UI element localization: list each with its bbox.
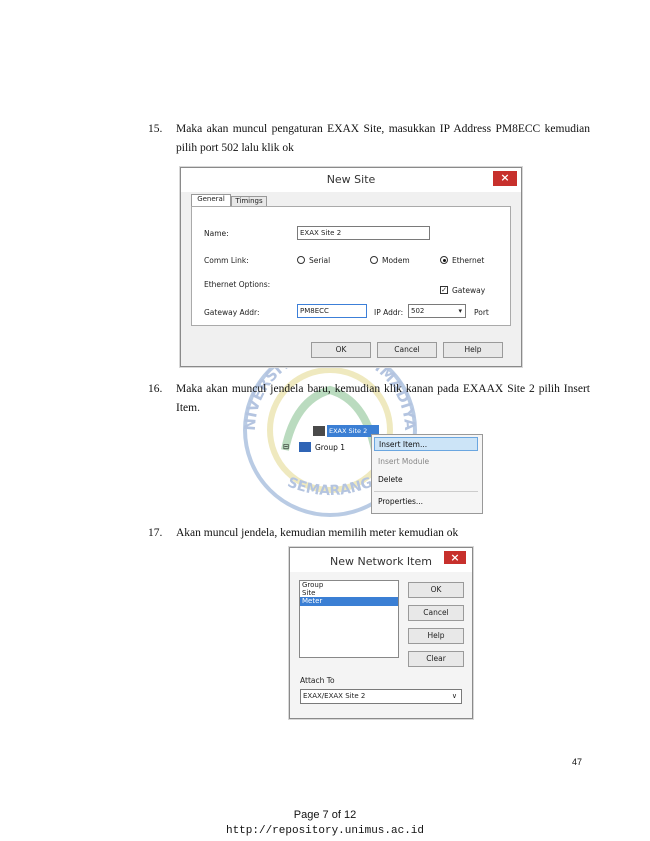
list-item[interactable]: Site xyxy=(300,589,398,597)
chevron-down-icon: ▾ xyxy=(458,307,462,315)
name-field[interactable]: EXAX Site 2 xyxy=(297,226,430,240)
menu-item-properties[interactable]: Properties... xyxy=(378,497,423,506)
new-network-item-dialog: New Network Item × Group Site Meter OK C… xyxy=(289,547,473,719)
item-number: 17. xyxy=(148,527,163,539)
item-type-list[interactable]: Group Site Meter xyxy=(299,580,399,658)
dialog-title: New Site xyxy=(326,173,376,186)
radio-serial-label: Serial xyxy=(309,256,331,265)
menu-item-insert-module[interactable]: Insert Module xyxy=(378,457,429,466)
expand-icon[interactable]: ⊟ xyxy=(283,442,289,451)
ethernet-options-label: Ethernet Options: xyxy=(204,280,271,289)
menu-item-delete[interactable]: Delete xyxy=(378,475,403,484)
menu-item-insert-item[interactable]: Insert Item... xyxy=(374,437,478,451)
title-bar: New Network Item × xyxy=(290,548,472,572)
page-number: 47 xyxy=(572,757,583,767)
gateway-addr-label: Gateway Addr: xyxy=(204,308,260,317)
attach-to-value: EXAX/EXAX Site 2 xyxy=(303,692,366,700)
menu-separator xyxy=(374,491,478,492)
attach-to-select[interactable]: EXAX/EXAX Site 2 ∨ xyxy=(300,689,462,704)
radio-modem[interactable] xyxy=(370,256,378,264)
list-item-selected[interactable]: Meter xyxy=(300,597,398,606)
help-button[interactable]: Help xyxy=(443,342,503,358)
item-text: Akan muncul jendela, kemudian memilih me… xyxy=(176,527,459,539)
gateway-checkbox[interactable]: ✓ xyxy=(440,286,448,294)
item-number: 15. xyxy=(148,123,163,135)
clear-button[interactable]: Clear xyxy=(408,651,464,667)
list-item[interactable]: Group xyxy=(300,581,398,589)
ip-addr-select[interactable]: 502 ▾ xyxy=(408,304,466,318)
new-site-dialog: New Site × General Timings Name: EXAX Si… xyxy=(180,167,522,367)
radio-serial[interactable] xyxy=(297,256,305,264)
attach-to-label: Attach To xyxy=(300,676,335,685)
help-button[interactable]: Help xyxy=(408,628,464,644)
ok-button[interactable]: OK xyxy=(311,342,371,358)
cancel-button[interactable]: Cancel xyxy=(377,342,437,358)
gateway-checkbox-label: Gateway xyxy=(452,286,486,295)
close-button[interactable]: × xyxy=(444,551,466,564)
context-menu: Insert Item... Insert Module Delete Prop… xyxy=(371,434,483,514)
item-text: Maka akan muncul pengaturan EXAX Site, m… xyxy=(176,123,590,154)
chevron-down-icon: ∨ xyxy=(451,692,457,700)
cancel-button[interactable]: Cancel xyxy=(408,605,464,621)
tree-context-screenshot: EXAX Site 2 ⊟ Group 1 Insert Item... Ins… xyxy=(283,420,483,515)
radio-ethernet-label: Ethernet xyxy=(452,256,485,265)
close-button[interactable]: × xyxy=(493,171,517,186)
gateway-addr-field[interactable]: PM8ECC xyxy=(297,304,367,318)
radio-modem-label: Modem xyxy=(382,256,410,265)
commlink-label: Comm Link: xyxy=(204,256,249,265)
group-icon xyxy=(299,442,311,452)
tree-node-group[interactable]: Group 1 xyxy=(315,443,345,452)
site-icon xyxy=(313,426,325,436)
port-label: Port xyxy=(474,308,489,317)
ok-button[interactable]: OK xyxy=(408,582,464,598)
item-number: 16. xyxy=(148,383,163,395)
item-text: Maka akan muncul jendela baru, kemudian … xyxy=(176,383,590,414)
radio-ethernet[interactable] xyxy=(440,256,448,264)
title-bar: New Site × xyxy=(181,168,521,192)
footer-page: Page 7 of 12 xyxy=(293,809,357,821)
tab-panel: Name: EXAX Site 2 Comm Link: Serial Mode… xyxy=(191,206,511,326)
name-label: Name: xyxy=(204,229,229,238)
footer-url[interactable]: http://repository.unimus.ac.id xyxy=(0,825,650,837)
ip-addr-value: 502 xyxy=(411,307,425,315)
ip-addr-label: IP Addr: xyxy=(374,308,404,317)
